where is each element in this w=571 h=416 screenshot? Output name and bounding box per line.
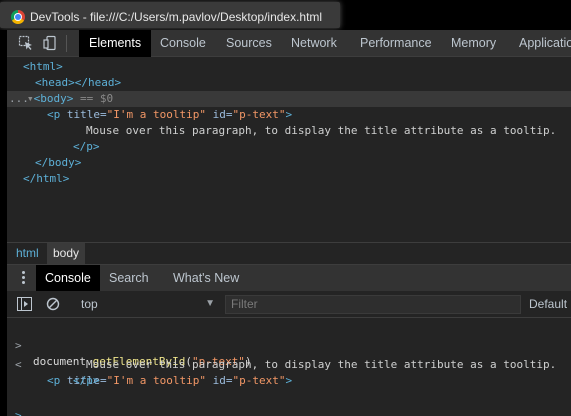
attr-title-value: "I'm a tooltip" xyxy=(106,108,206,121)
elements-tree: <html> <head></head> ... ▾<body> == $0 <p… xyxy=(7,57,571,242)
body-close-tag: </body> xyxy=(35,156,82,169)
attr-id-name: id xyxy=(212,108,226,121)
console-caret-icon: > xyxy=(15,409,22,416)
node-actions-ellipsis[interactable]: ... xyxy=(9,91,29,107)
head-open-tag: <head> xyxy=(35,76,75,89)
html-close-tag: </html> xyxy=(23,172,70,185)
context-selector-value: top xyxy=(81,297,98,311)
dom-node-body-selected[interactable]: ... ▾<body> == $0 xyxy=(7,91,571,107)
attr-id-value: "p-text" xyxy=(232,108,286,121)
tab-application[interactable]: Applicatio xyxy=(509,30,571,57)
dom-node-p[interactable]: <p title="I'm a tooltip" id="p-text"> xyxy=(47,107,292,123)
context-selector[interactable]: top ▼ xyxy=(75,294,219,314)
dropdown-arrow-icon: ▼ xyxy=(205,298,215,309)
breadcrumb-body[interactable]: body xyxy=(47,243,86,264)
p-open-tag: <p xyxy=(47,108,67,121)
clear-console-icon[interactable] xyxy=(46,297,60,311)
console-result-close: </p> xyxy=(73,373,100,389)
window-title: DevTools - file:///C:/Users/m.pavlov/Des… xyxy=(30,10,323,24)
more-tools-icon[interactable] xyxy=(22,271,25,285)
result-attr-title-value: "I'm a tooltip" xyxy=(106,374,206,387)
main-tab-bar: Elements Console Sources Network Perform… xyxy=(7,30,571,57)
toolbar-divider xyxy=(66,35,67,52)
p-close-tag: </p> xyxy=(73,140,100,153)
selected-node-marker: == $0 xyxy=(80,92,114,105)
console-output: > document.getElementById("p-text") < <p… xyxy=(7,318,571,416)
tab-performance[interactable]: Performance xyxy=(350,30,442,57)
tab-console[interactable]: Console xyxy=(150,30,216,57)
head-close-tag: </head> xyxy=(74,76,122,89)
attr-title-name: title xyxy=(66,108,100,121)
tab-memory[interactable]: Memory xyxy=(441,30,506,57)
result-p-open-tag: <p xyxy=(47,374,67,387)
left-frame xyxy=(0,30,7,416)
expand-triangle-icon[interactable]: ▾ xyxy=(27,92,34,105)
device-toolbar-icon[interactable] xyxy=(43,35,59,51)
title-bar: DevTools - file:///C:/Users/m.pavlov/Des… xyxy=(0,0,571,30)
p-open-bracket: > xyxy=(285,108,293,121)
dom-node-body-close[interactable]: </body> xyxy=(35,155,81,171)
drawer-tab-whats-new[interactable]: What's New xyxy=(164,265,248,291)
inspect-element-icon[interactable] xyxy=(18,35,34,51)
dom-node-head[interactable]: <head></head> xyxy=(35,75,121,91)
breadcrumb: html body xyxy=(7,242,571,264)
filter-input[interactable]: Filter xyxy=(225,295,521,314)
drawer-tab-search[interactable]: Search xyxy=(100,265,158,291)
result-p-open-bracket: > xyxy=(285,374,293,387)
drawer-tab-bar: Console Search What's New xyxy=(7,264,571,291)
tab-sources[interactable]: Sources xyxy=(216,30,282,57)
dom-node-p-close[interactable]: </p> xyxy=(73,139,100,155)
log-levels-dropdown[interactable]: Default xyxy=(529,295,567,314)
console-input-line: > document.getElementById("p-text") xyxy=(7,322,571,368)
devtools-window: DevTools - file:///C:/Users/m.pavlov/Des… xyxy=(0,0,571,416)
chrome-icon xyxy=(11,10,25,24)
html-open-tag: <html> xyxy=(23,60,63,73)
console-result-text: Mouse over this paragraph, to display th… xyxy=(86,358,557,371)
dom-node-html-close[interactable]: </html> xyxy=(23,171,69,187)
output-prompt-icon: < xyxy=(15,358,22,371)
breadcrumb-html[interactable]: html xyxy=(10,243,45,264)
body-open-tag: <body> xyxy=(33,92,74,105)
tab-network[interactable]: Network xyxy=(281,30,347,57)
console-prompt-line[interactable]: > xyxy=(7,392,571,416)
console-toolbar: top ▼ Filter Default xyxy=(7,291,571,318)
dom-text-node[interactable]: Mouse over this paragraph, to display th… xyxy=(86,123,556,139)
console-result-line[interactable]: < <p title="I'm a tooltip" id="p-text"> xyxy=(7,341,571,387)
dom-node-html-open[interactable]: <html> xyxy=(23,59,63,75)
result-p-close-tag: </p> xyxy=(73,374,100,387)
drawer-tab-console[interactable]: Console xyxy=(36,265,100,291)
result-attr-id-value: "p-text" xyxy=(232,374,286,387)
show-sidebar-icon[interactable] xyxy=(17,297,32,311)
tab-elements[interactable]: Elements xyxy=(79,30,152,57)
result-attr-id-name: id xyxy=(212,374,226,387)
title-bar-inner: DevTools - file:///C:/Users/m.pavlov/Des… xyxy=(0,2,340,28)
